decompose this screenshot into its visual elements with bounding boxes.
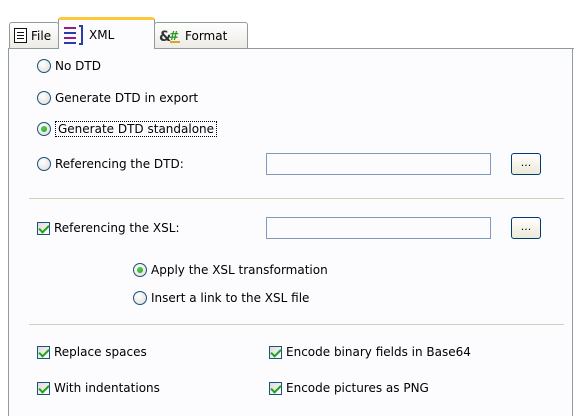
tab-file[interactable]: File: [9, 22, 59, 48]
check-replace-spaces[interactable]: Replace spaces: [37, 345, 147, 359]
check-encode-binary-control[interactable]: [269, 345, 282, 359]
check-encode-binary-label: Encode binary fields in Base64: [286, 345, 471, 359]
dtd-path-field[interactable]: [266, 153, 491, 175]
radio-no-dtd-control[interactable]: [37, 59, 51, 73]
tab-strip: File XML & # Format: [0, 0, 574, 49]
radio-generate-dtd-standalone[interactable]: Generate DTD standalone: [37, 121, 218, 137]
tab-xml-label: XML: [89, 27, 115, 42]
tab-file-label: File: [31, 28, 52, 43]
radio-referencing-dtd-control[interactable]: [37, 157, 51, 171]
svg-text:#: #: [169, 29, 179, 43]
file-icon: [14, 28, 27, 43]
check-referencing-xsl-control[interactable]: [37, 221, 50, 235]
xml-options-panel: No DTD Generate DTD in export Generate D…: [8, 49, 573, 416]
xsl-browse-button[interactable]: ...: [511, 217, 541, 239]
dtd-browse-button[interactable]: ...: [511, 153, 541, 175]
radio-generate-dtd-standalone-label: Generate DTD standalone: [55, 121, 218, 137]
xml-export-options-dialog: File XML & # Format No DTD Generate DTD …: [0, 0, 574, 416]
radio-generate-dtd-in-export-control[interactable]: [37, 91, 51, 105]
separator-xsl: [29, 324, 564, 325]
radio-generate-dtd-standalone-control[interactable]: [37, 122, 51, 136]
radio-insert-xsl-link[interactable]: Insert a link to the XSL file: [133, 291, 309, 305]
xml-icon: [63, 24, 85, 45]
radio-no-dtd[interactable]: No DTD: [37, 59, 101, 73]
radio-apply-xsl-label: Apply the XSL transformation: [151, 263, 328, 277]
radio-apply-xsl-control[interactable]: [133, 263, 147, 277]
radio-insert-xsl-link-control[interactable]: [133, 291, 147, 305]
separator-dtd: [29, 198, 564, 199]
check-encode-binary[interactable]: Encode binary fields in Base64: [269, 345, 471, 359]
xsl-path-field[interactable]: [266, 217, 491, 239]
radio-insert-xsl-link-label: Insert a link to the XSL file: [151, 291, 310, 305]
radio-no-dtd-label: No DTD: [55, 59, 101, 73]
xsl-browse-label: ...: [520, 220, 532, 233]
check-replace-spaces-label: Replace spaces: [54, 345, 147, 359]
check-with-indentations-control[interactable]: [37, 381, 50, 395]
check-encode-pictures-control[interactable]: [269, 381, 282, 395]
radio-apply-xsl[interactable]: Apply the XSL transformation: [133, 263, 328, 277]
check-referencing-xsl-label: Referencing the XSL:: [54, 221, 180, 235]
tab-xml[interactable]: XML: [58, 17, 155, 49]
check-encode-pictures[interactable]: Encode pictures as PNG: [269, 381, 429, 395]
format-icon: & #: [159, 27, 181, 45]
check-replace-spaces-control[interactable]: [37, 345, 50, 359]
tab-format[interactable]: & # Format: [154, 22, 248, 48]
check-with-indentations-label: With indentations: [54, 381, 160, 395]
radio-referencing-dtd[interactable]: Referencing the DTD:: [37, 157, 184, 171]
dtd-browse-label: ...: [520, 156, 532, 169]
check-referencing-xsl[interactable]: Referencing the XSL:: [37, 221, 180, 235]
check-encode-pictures-label: Encode pictures as PNG: [286, 381, 429, 395]
check-with-indentations[interactable]: With indentations: [37, 381, 160, 395]
tab-format-label: Format: [185, 28, 228, 43]
radio-generate-dtd-in-export[interactable]: Generate DTD in export: [37, 91, 198, 105]
radio-referencing-dtd-label: Referencing the DTD:: [55, 157, 184, 171]
radio-generate-dtd-in-export-label: Generate DTD in export: [55, 91, 199, 105]
